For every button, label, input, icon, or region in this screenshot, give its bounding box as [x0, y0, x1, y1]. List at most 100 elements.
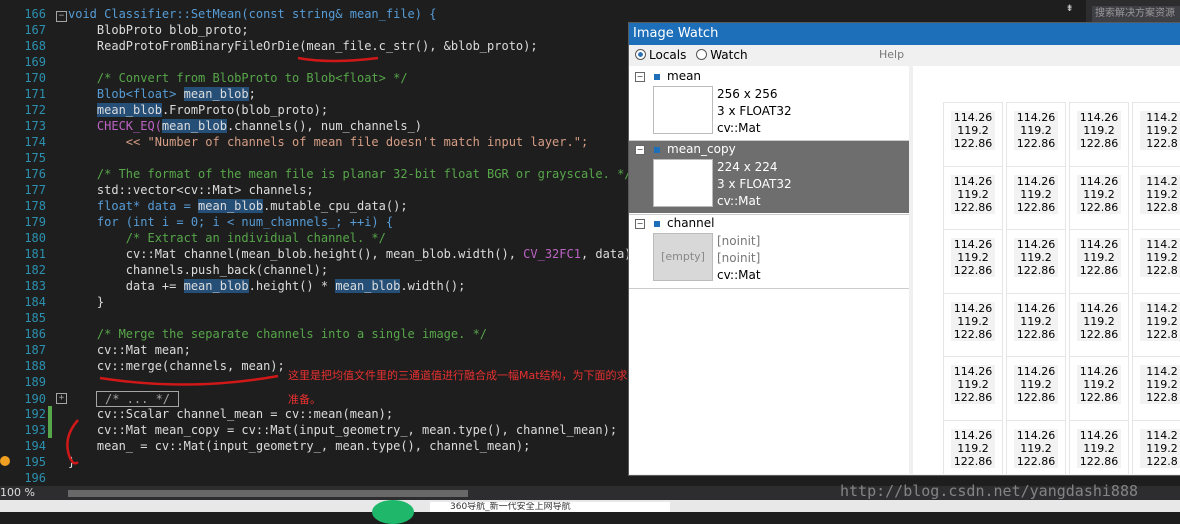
pixel-value: 114.26 [1077, 111, 1121, 124]
image-thumbnail-empty: [empty] [653, 233, 713, 281]
tab-locals[interactable]: Locals [649, 48, 686, 62]
pixel-value: 122.8 [1140, 391, 1180, 404]
pixel-value: 119.2 [1140, 124, 1180, 137]
pixel-value: 119.2 [951, 251, 995, 264]
pixel-value: 114.26 [951, 175, 995, 188]
pixel-value: 119.2 [1140, 442, 1180, 455]
pixel-value: 114.26 [951, 429, 995, 442]
pixel-cell[interactable]: 114.26 119.2 122.86 [1006, 229, 1066, 295]
mat-type-icon [654, 221, 660, 227]
pixel-value: 119.2 [1014, 315, 1058, 328]
pixel-cell[interactable]: 114.26 119.2 122.86 [1069, 229, 1129, 295]
pixel-cell[interactable]: 114.26 119.2 122.86 [1006, 420, 1066, 474]
pixel-cell[interactable]: 114.26 119.2 122.86 [1069, 102, 1129, 168]
pixel-value: 114.26 [1077, 302, 1121, 315]
image-thumbnail [653, 86, 713, 134]
tab-watch[interactable]: Watch [710, 48, 747, 62]
collapse-toggle-icon[interactable]: − [635, 72, 645, 82]
pixel-value: 119.2 [951, 124, 995, 137]
horizontal-scrollbar[interactable] [68, 490, 468, 497]
pixel-value: 122.8 [1140, 264, 1180, 277]
zoom-level[interactable]: 100 % [0, 487, 35, 499]
help-link[interactable]: Help [879, 45, 904, 65]
pixel-value: 114.2 [1140, 429, 1180, 442]
pixel-value: 114.26 [1077, 175, 1121, 188]
image-watch-title: Image Watch [629, 23, 1180, 45]
pixel-value: 119.2 [1014, 442, 1058, 455]
locals-radio-icon[interactable] [635, 49, 646, 60]
pixel-cell[interactable]: 114.26 119.2 122.86 [943, 356, 1003, 422]
pixel-value: 114.2 [1140, 238, 1180, 251]
pixel-value: 114.26 [1014, 175, 1058, 188]
pixel-cell[interactable]: 114.26 119.2 122.86 [943, 229, 1003, 295]
pixel-value: 114.2 [1140, 302, 1180, 315]
pixel-value: 122.86 [951, 328, 995, 341]
pixel-value: 122.86 [1077, 201, 1121, 214]
pixel-value: 122.86 [1014, 391, 1058, 404]
pixel-value: 122.8 [1140, 328, 1180, 341]
pixel-value: 114.26 [1014, 111, 1058, 124]
watch-radio-icon[interactable] [696, 49, 708, 60]
pixel-value: 119.2 [1140, 188, 1180, 201]
pixel-cell[interactable]: 114.2 119.2 122.8 [1132, 229, 1180, 295]
pixel-cell[interactable]: 114.2 119.2 122.8 [1132, 356, 1180, 422]
pixel-value: 122.86 [1014, 264, 1058, 277]
pixel-value: 114.26 [951, 238, 995, 251]
pixel-value: 114.26 [1077, 238, 1121, 251]
watch-list[interactable]: − mean 256 x 256 3 x FLOAT32 cv::Mat − mea… [629, 66, 909, 474]
pixel-cell[interactable]: 114.26 119.2 122.86 [943, 420, 1003, 474]
pixel-cell[interactable]: 114.26 119.2 122.86 [943, 102, 1003, 168]
pixel-cell[interactable]: 114.26 119.2 122.86 [943, 293, 1003, 359]
pixel-value: 114.26 [951, 111, 995, 124]
browser-tab[interactable]: 360导航_新一代安全上网导航 [430, 502, 670, 512]
pixel-value: 119.2 [1140, 315, 1180, 328]
collapse-toggle-icon[interactable]: − [635, 219, 645, 229]
watch-item-mean[interactable]: − mean 256 x 256 3 x FLOAT32 cv::Mat [629, 68, 909, 140]
pixel-value: 122.86 [951, 201, 995, 214]
browser-logo-icon[interactable] [372, 500, 414, 524]
pixel-cell[interactable]: 114.26 119.2 122.86 [1006, 166, 1066, 232]
pixel-value: 114.2 [1140, 175, 1180, 188]
pin-icon[interactable]: ⇟ [1066, 0, 1080, 16]
pixel-value: 114.2 [1140, 111, 1180, 124]
pixel-value: 114.26 [1014, 238, 1058, 251]
pixel-cell[interactable]: 114.26 119.2 122.86 [1006, 102, 1066, 168]
pixel-viewer[interactable]: 114.26 119.2 122.86 114.26 119.2 122.86 114.26… [913, 66, 1180, 474]
pixel-value: 119.2 [951, 188, 995, 201]
pixel-cell[interactable]: 114.2 119.2 122.8 [1132, 102, 1180, 168]
watch-item-mean-copy[interactable]: − mean_copy 224 x 224 3 x FLOAT32 cv::Mat [629, 141, 909, 213]
pixel-value: 119.2 [1077, 378, 1121, 391]
mat-type-icon [654, 74, 660, 80]
pixel-value: 119.2 [1014, 378, 1058, 391]
pixel-value: 122.8 [1140, 201, 1180, 214]
pixel-cell[interactable]: 114.26 119.2 122.86 [1006, 293, 1066, 359]
pixel-cell[interactable]: 114.26 119.2 122.86 [1006, 356, 1066, 422]
pixel-cell[interactable]: 114.26 119.2 122.86 [1069, 356, 1129, 422]
pixel-cell[interactable]: 114.2 119.2 122.8 [1132, 166, 1180, 232]
pixel-cell[interactable]: 114.26 119.2 122.86 [1069, 420, 1129, 474]
pixel-cell[interactable]: 114.26 119.2 122.86 [943, 166, 1003, 232]
pixel-cell[interactable]: 114.26 119.2 122.86 [1069, 293, 1129, 359]
pixel-value: 122.86 [1014, 137, 1058, 150]
pixel-value: 119.2 [1077, 124, 1121, 137]
pixel-value: 119.2 [1014, 124, 1058, 137]
pixel-cell[interactable]: 114.26 119.2 122.86 [1069, 166, 1129, 232]
pixel-value: 119.2 [1140, 251, 1180, 264]
pixel-value: 122.86 [951, 137, 995, 150]
pixel-cell[interactable]: 114.2 119.2 122.8 [1132, 293, 1180, 359]
pixel-value: 122.8 [1140, 137, 1180, 150]
watch-item-channel[interactable]: − channel [empty] [noinit] [noinit] cv::Ma… [629, 215, 909, 287]
pixel-value: 119.2 [1077, 442, 1121, 455]
pixel-value: 119.2 [1077, 315, 1121, 328]
pixel-cell[interactable]: 114.2 119.2 122.8 [1132, 420, 1180, 474]
collapse-toggle-icon[interactable]: − [635, 145, 645, 155]
pixel-value: 114.2 [1140, 365, 1180, 378]
pixel-value: 119.2 [1077, 188, 1121, 201]
pixel-value: 122.86 [1014, 328, 1058, 341]
solution-search-input[interactable]: 搜索解决方案资源 [1092, 6, 1180, 22]
pixel-value: 122.86 [1014, 455, 1058, 468]
image-thumbnail [653, 159, 713, 207]
image-watch-window[interactable]: Image Watch Locals Watch Help − mean 256… [628, 22, 1180, 476]
pixel-value: 122.86 [951, 455, 995, 468]
pixel-value: 114.26 [1077, 429, 1121, 442]
